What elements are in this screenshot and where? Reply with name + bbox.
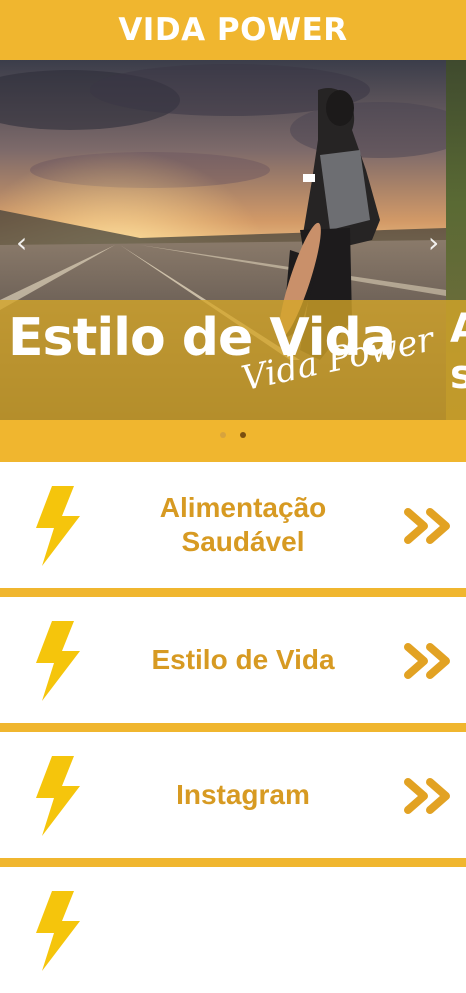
menu-item-partial[interactable] [0,867,466,993]
menu-item-label: Instagram [176,779,310,810]
app-header: VIDA POWER [0,0,466,60]
double-chevron-right-icon[interactable] [404,776,454,816]
carousel-dot-1[interactable] [220,432,226,438]
lightning-bolt-icon [36,486,80,566]
app-title: VIDA POWER [118,12,348,48]
lightning-bolt-icon [36,891,80,971]
carousel-pagination [0,432,466,444]
lightning-bolt-icon [36,756,80,836]
carousel-next-button[interactable]: › [428,226,439,259]
double-chevron-right-icon[interactable] [404,641,454,681]
menu-item-label: Estilo de Vida [151,644,335,675]
next-slide-caption-fragment: A s [450,306,466,398]
menu-item-instagram[interactable]: Instagram [0,732,466,858]
menu-item-label: Alimentação Saudável [159,492,327,557]
double-chevron-right-icon[interactable] [404,506,454,546]
menu-item-label [110,867,376,993]
carousel-dot-2-active[interactable] [240,432,246,438]
lightning-bolt-icon [36,621,80,701]
carousel-prev-button[interactable]: ‹ [16,226,27,259]
carousel-slide-next-peek[interactable]: A s [446,60,466,420]
image-carousel[interactable]: Estilo de Vida Vida Power A s ‹ › [0,60,466,420]
menu-item-estilo-de-vida[interactable]: Estilo de Vida [0,597,466,723]
carousel-slide-current[interactable]: Estilo de Vida Vida Power [0,60,446,420]
menu-item-alimentacao-saudavel[interactable]: Alimentação Saudável [0,462,466,588]
